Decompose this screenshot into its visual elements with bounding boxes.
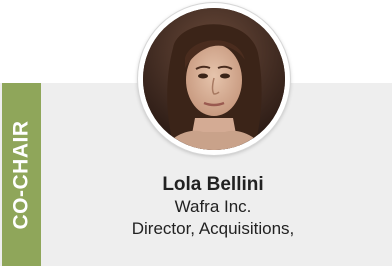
avatar: [143, 8, 285, 150]
speaker-info: Lola Bellini Wafra Inc. Director, Acquis…: [45, 174, 381, 240]
role-tab: CO-CHAIR: [2, 83, 41, 266]
speaker-title: Director, Acquisitions,: [131, 219, 295, 238]
portrait-photo-icon: [143, 8, 285, 150]
speaker-name: Lola Bellini: [162, 174, 264, 195]
avatar-frame: [138, 3, 290, 155]
speaker-card: CO-CHAIR Lola Bellini Wafra Inc. Directo…: [0, 0, 392, 266]
speaker-company: Wafra Inc.: [174, 197, 252, 216]
role-tab-label: CO-CHAIR: [9, 120, 33, 229]
